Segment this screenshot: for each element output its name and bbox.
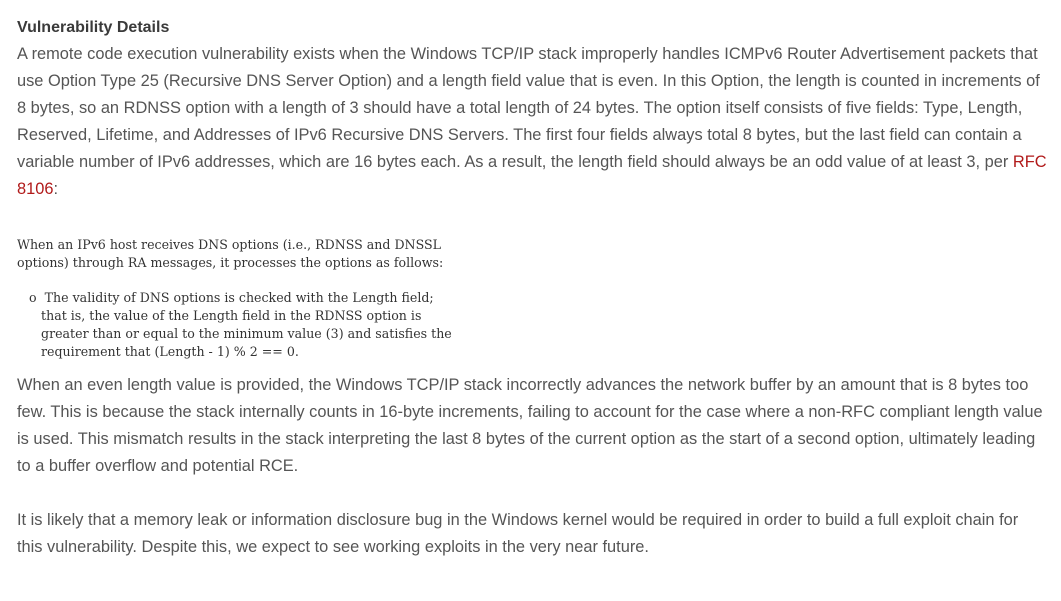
rfc-quote-bullet: o The validity of DNS options is checked… bbox=[29, 290, 452, 359]
paragraph-vulnerability-description: A remote code execution vulnerability ex… bbox=[17, 41, 1047, 203]
paragraph-buffer-overflow: When an even length value is provided, t… bbox=[17, 376, 1043, 475]
section-heading: Vulnerability Details bbox=[17, 19, 170, 36]
paragraph-exploit-outlook: It is likely that a memory leak or infor… bbox=[17, 511, 1019, 556]
paragraph-text-suffix: : bbox=[53, 180, 59, 198]
article-body: Vulnerability Details A remote code exec… bbox=[17, 14, 1047, 561]
paragraph-text: A remote code execution vulnerability ex… bbox=[17, 45, 1040, 171]
rfc-quote-intro: When an IPv6 host receives DNS options (… bbox=[17, 237, 444, 270]
